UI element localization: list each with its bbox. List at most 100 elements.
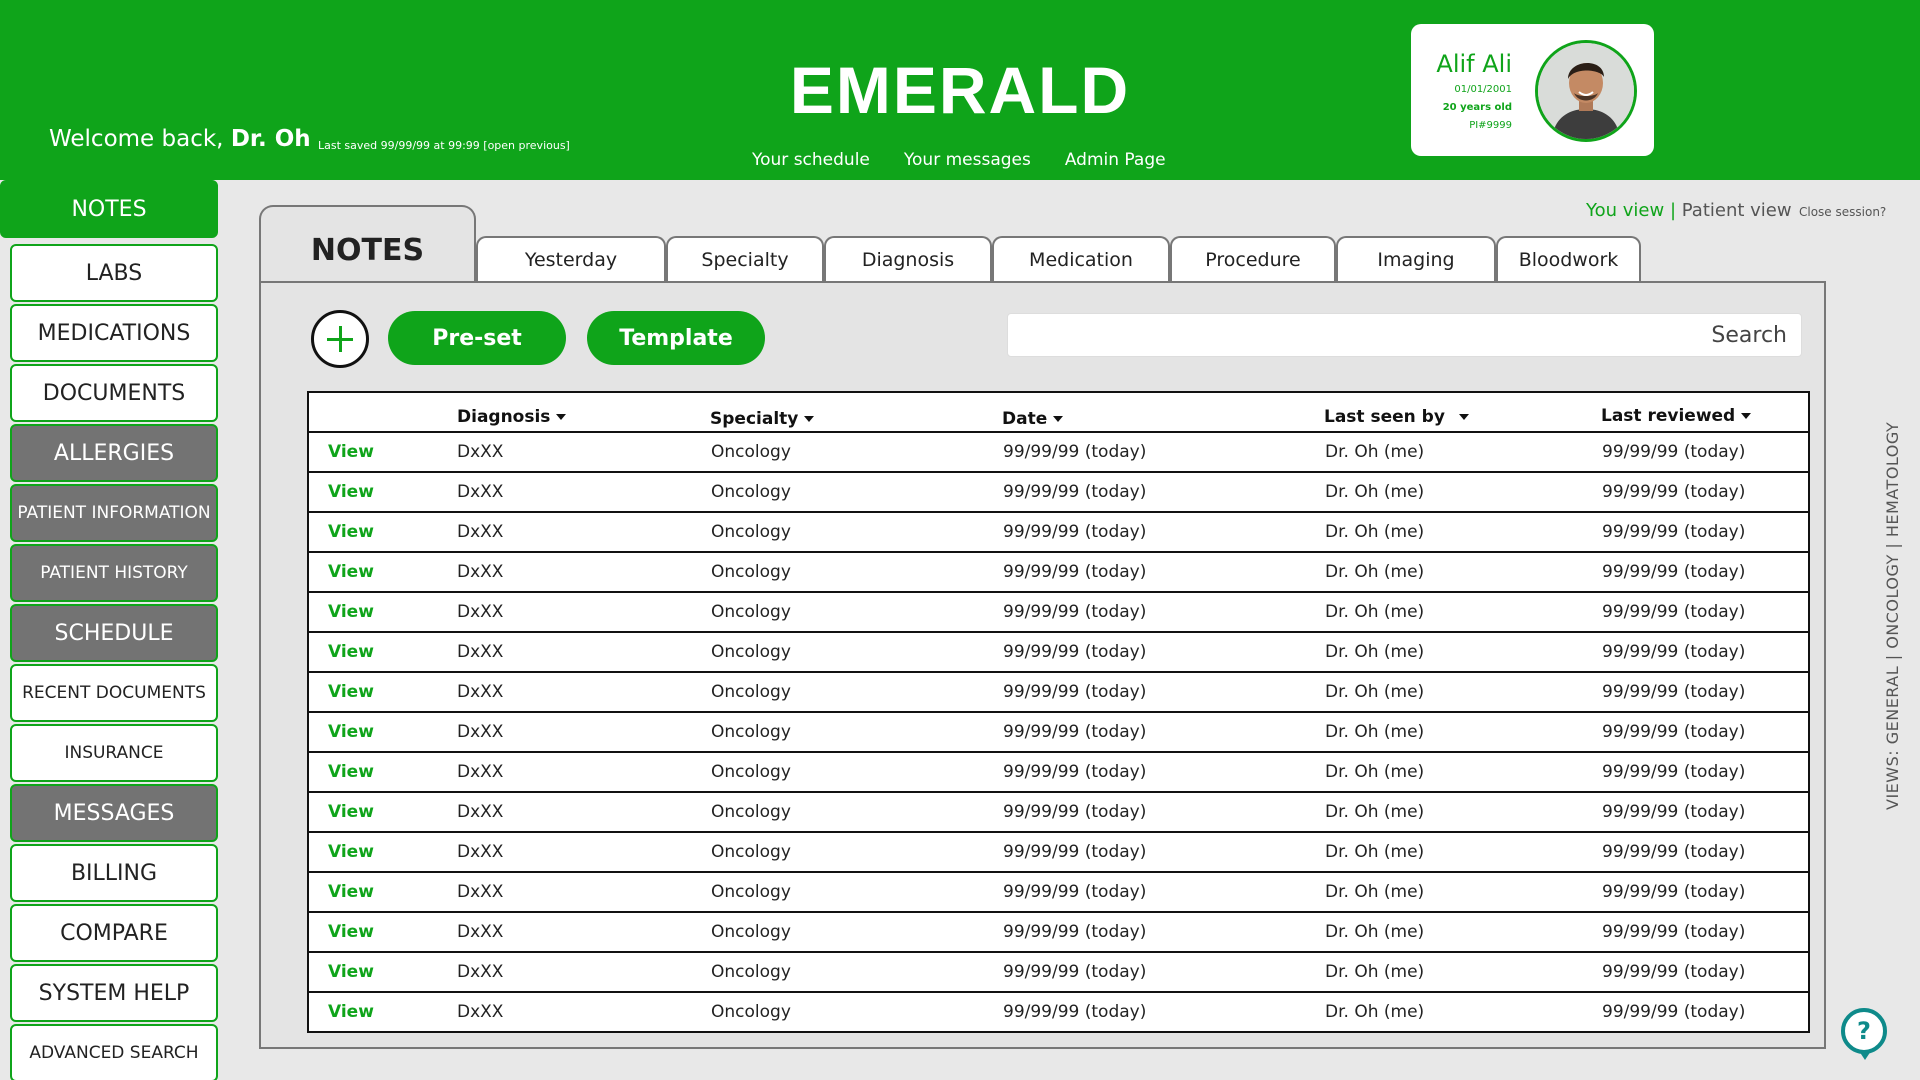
tab-diagnosis[interactable]: Diagnosis	[824, 236, 992, 282]
specialty-cell: Oncology	[711, 602, 791, 622]
column-header-last-seen-by[interactable]: Last seen by	[1324, 407, 1469, 427]
add-note-button[interactable]	[311, 310, 369, 368]
view-link[interactable]: View	[328, 522, 374, 542]
last-reviewed-cell: 99/99/99 (today)	[1602, 1002, 1746, 1022]
table-row: View DxXX Oncology 99/99/99 (today) Dr. Oh (…	[309, 993, 1808, 1033]
diagnosis-cell: DxXX	[457, 682, 504, 702]
template-button[interactable]: Template	[587, 311, 765, 365]
specialty-cell: Oncology	[711, 682, 791, 702]
date-cell: 99/99/99 (today)	[1003, 802, 1147, 822]
diagnosis-cell: DxXX	[457, 722, 504, 742]
sidebar-item-compare[interactable]: COMPARE	[10, 904, 218, 962]
nav-admin-page[interactable]: Admin Page	[1065, 150, 1166, 170]
sidebar-item-notes[interactable]: NOTES	[0, 180, 218, 238]
sidebar-item-labs[interactable]: LABS	[10, 244, 218, 302]
sidebar-item-advanced-search[interactable]: ADVANCED SEARCH	[10, 1024, 218, 1080]
date-cell: 99/99/99 (today)	[1003, 602, 1147, 622]
last-reviewed-cell: 99/99/99 (today)	[1602, 522, 1746, 542]
last-seen-by-cell: Dr. Oh (me)	[1325, 882, 1425, 902]
last-reviewed-cell: 99/99/99 (today)	[1602, 762, 1746, 782]
nav-your-messages[interactable]: Your messages	[904, 150, 1031, 170]
date-cell: 99/99/99 (today)	[1003, 642, 1147, 662]
patient-view-link[interactable]: Patient view	[1682, 200, 1792, 221]
table-row: View DxXX Oncology 99/99/99 (today) Dr. Oh (…	[309, 793, 1808, 833]
tab-yesterday[interactable]: Yesterday	[476, 236, 666, 282]
diagnosis-cell: DxXX	[457, 1002, 504, 1022]
column-header-last-reviewed[interactable]: Last reviewed	[1601, 406, 1752, 426]
tab-bloodwork[interactable]: Bloodwork	[1496, 236, 1641, 282]
last-reviewed-cell: 99/99/99 (today)	[1602, 722, 1746, 742]
last-seen-by-cell: Dr. Oh (me)	[1325, 1002, 1425, 1022]
date-cell: 99/99/99 (today)	[1003, 522, 1147, 542]
table-header: Diagnosis Specialty Date Last seen by La…	[309, 393, 1808, 433]
last-seen-by-cell: Dr. Oh (me)	[1325, 802, 1425, 822]
specialty-cell: Oncology	[711, 442, 791, 462]
nav-your-schedule[interactable]: Your schedule	[752, 150, 870, 170]
column-header-specialty[interactable]: Specialty	[710, 409, 815, 429]
view-link[interactable]: View	[328, 762, 374, 782]
view-link[interactable]: View	[328, 1002, 374, 1022]
view-link[interactable]: View	[328, 922, 374, 942]
view-link[interactable]: View	[328, 562, 374, 582]
sidebar-item-insurance[interactable]: INSURANCE	[10, 724, 218, 782]
search-label: Search	[1711, 322, 1787, 348]
views-selector[interactable]: VIEWS: GENERAL | ONCOLOGY | HEMATOLOGY	[1883, 422, 1902, 810]
view-link[interactable]: View	[328, 442, 374, 462]
tab-imaging[interactable]: Imaging	[1336, 236, 1496, 282]
view-link[interactable]: View	[328, 482, 374, 502]
column-label: Last reviewed	[1601, 406, 1736, 426]
you-view-link[interactable]: You view	[1586, 200, 1664, 221]
last-seen-by-cell: Dr. Oh (me)	[1325, 922, 1425, 942]
table-row: View DxXX Oncology 99/99/99 (today) Dr. Oh (…	[309, 553, 1808, 593]
sidebar-item-patient-history[interactable]: PATIENT HISTORY	[10, 544, 218, 602]
last-reviewed-cell: 99/99/99 (today)	[1602, 682, 1746, 702]
view-link[interactable]: View	[328, 602, 374, 622]
specialty-cell: Oncology	[711, 482, 791, 502]
view-link[interactable]: View	[328, 802, 374, 822]
patient-age: 20 years old	[1442, 102, 1512, 113]
view-link[interactable]: View	[328, 682, 374, 702]
sidebar-item-messages[interactable]: MESSAGES	[10, 784, 218, 842]
view-link[interactable]: View	[328, 962, 374, 982]
diagnosis-cell: DxXX	[457, 762, 504, 782]
table-row: View DxXX Oncology 99/99/99 (today) Dr. Oh (…	[309, 513, 1808, 553]
tab-specialty[interactable]: Specialty	[666, 236, 824, 282]
tab-procedure[interactable]: Procedure	[1170, 236, 1336, 282]
sidebar-item-schedule[interactable]: SCHEDULE	[10, 604, 218, 662]
diagnosis-cell: DxXX	[457, 642, 504, 662]
date-cell: 99/99/99 (today)	[1003, 562, 1147, 582]
sidebar-item-recent-documents[interactable]: RECENT DOCUMENTS	[10, 664, 218, 722]
preset-button[interactable]: Pre-set	[388, 311, 566, 365]
column-header-date[interactable]: Date	[1002, 409, 1064, 429]
help-icon[interactable]: ?	[1841, 1008, 1887, 1060]
view-link[interactable]: View	[328, 642, 374, 662]
sidebar-item-patient-information[interactable]: PATIENT INFORMATION	[10, 484, 218, 542]
last-seen-by-cell: Dr. Oh (me)	[1325, 762, 1425, 782]
last-seen-by-cell: Dr. Oh (me)	[1325, 682, 1425, 702]
search-input[interactable]: Search	[1007, 313, 1802, 357]
date-cell: 99/99/99 (today)	[1003, 842, 1147, 862]
patient-card[interactable]: Alif Ali 01/01/2001 20 years old PI#9999	[1411, 24, 1654, 156]
last-saved-status[interactable]: Last saved 99/99/99 at 99:99 [open previ…	[318, 139, 570, 152]
last-seen-by-cell: Dr. Oh (me)	[1325, 482, 1425, 502]
sidebar-item-documents[interactable]: DOCUMENTS	[10, 364, 218, 422]
tab-medication[interactable]: Medication	[992, 236, 1170, 282]
table-row: View DxXX Oncology 99/99/99 (today) Dr. Oh (…	[309, 753, 1808, 793]
diagnosis-cell: DxXX	[457, 922, 504, 942]
last-reviewed-cell: 99/99/99 (today)	[1602, 882, 1746, 902]
sidebar-item-billing[interactable]: BILLING	[10, 844, 218, 902]
date-cell: 99/99/99 (today)	[1003, 762, 1147, 782]
view-link[interactable]: View	[328, 842, 374, 862]
close-session-link[interactable]: Close session?	[1799, 205, 1886, 219]
view-link[interactable]: View	[328, 722, 374, 742]
last-seen-by-cell: Dr. Oh (me)	[1325, 522, 1425, 542]
last-reviewed-cell: 99/99/99 (today)	[1602, 602, 1746, 622]
sidebar-item-system-help[interactable]: SYSTEM HELP	[10, 964, 218, 1022]
sidebar-item-medications[interactable]: MEDICATIONS	[10, 304, 218, 362]
diagnosis-cell: DxXX	[457, 602, 504, 622]
sidebar-item-allergies[interactable]: ALLERGIES	[10, 424, 218, 482]
sort-caret-icon	[556, 414, 567, 420]
tab-notes[interactable]: NOTES	[259, 205, 476, 283]
column-header-diagnosis[interactable]: Diagnosis	[457, 407, 567, 427]
view-link[interactable]: View	[328, 882, 374, 902]
